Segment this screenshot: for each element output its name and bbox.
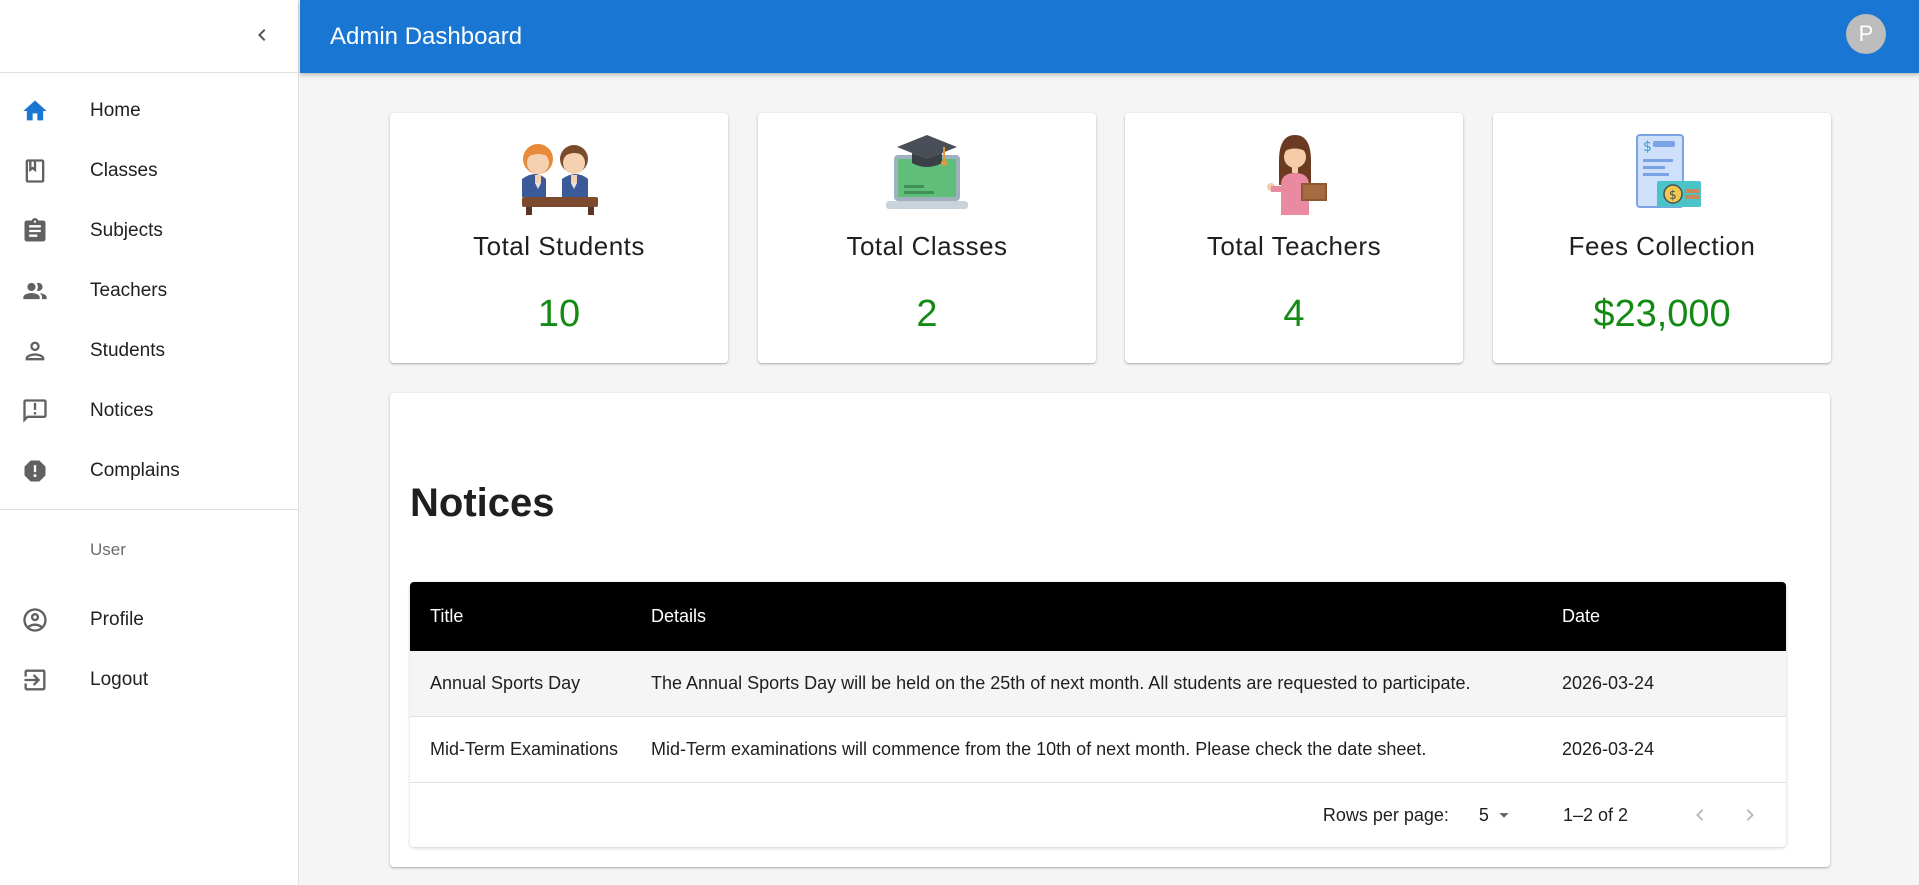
user-nav: Profile Logout	[0, 590, 298, 710]
sidebar-item-complains[interactable]: Complains	[0, 441, 298, 501]
chevron-left-icon	[258, 29, 266, 41]
sidebar-item-home[interactable]: Home	[0, 81, 298, 141]
stat-value: 4	[1283, 293, 1305, 335]
svg-text:$: $	[1643, 139, 1652, 155]
sidebar-item-label: Classes	[90, 160, 158, 181]
cell-title: Mid-Term Examinations	[430, 739, 619, 759]
avatar[interactable]: P	[1846, 14, 1886, 54]
svg-text:$: $	[1669, 188, 1677, 202]
clipboard-icon	[24, 218, 46, 242]
book-icon	[25, 159, 45, 183]
cell-date: 2026-03-24	[1562, 673, 1655, 693]
supervisor-icon	[23, 282, 47, 300]
table-row[interactable]: Annual Sports Day The Annual Sports Day …	[410, 651, 1786, 717]
previous-page-button[interactable]	[1682, 797, 1718, 833]
teacher-illustration	[1267, 135, 1327, 215]
sidebar-item-subjects[interactable]: Subjects	[0, 201, 298, 261]
rows-per-page-value: 5	[1478, 804, 1489, 825]
sidebar-item-classes[interactable]: Classes	[0, 141, 298, 201]
column-header-date[interactable]: Date	[1562, 606, 1786, 627]
cell-details: Mid-Term examinations will commence from…	[651, 739, 1427, 759]
sidebar-item-label: Home	[90, 100, 141, 121]
stat-title: Fees Collection	[1568, 231, 1756, 261]
pagination-range: 1–2 of 2	[1562, 804, 1628, 825]
sidebar-item-label: Teachers	[90, 280, 168, 301]
stat-value: 2	[916, 293, 938, 335]
sidebar-item-notices[interactable]: Notices	[0, 381, 298, 441]
table-row[interactable]: Mid-Term Examinations Mid-Term examinati…	[410, 717, 1786, 783]
logout-icon	[24, 669, 46, 691]
sidebar-item-profile[interactable]: Profile	[0, 590, 298, 650]
column-header-details[interactable]: Details	[651, 606, 1562, 627]
fees-illustration: $ $	[1636, 134, 1701, 208]
announcement-icon	[23, 399, 47, 423]
students-illustration	[522, 144, 598, 215]
sidebar-item-teachers[interactable]: Teachers	[0, 261, 298, 321]
stat-title: Total Teachers	[1206, 231, 1382, 261]
page-title: Admin Dashboard	[330, 22, 523, 50]
cell-details: The Annual Sports Day will be held on th…	[651, 673, 1471, 693]
sidebar-item-label: Notices	[90, 400, 154, 421]
sidebar-item-logout[interactable]: Logout	[0, 650, 298, 710]
sidebar-header	[0, 0, 298, 73]
sidebar-subheader-user: User	[90, 540, 126, 559]
stat-title: Total Students	[473, 231, 645, 261]
person-icon	[25, 341, 45, 361]
notices-panel: Notices Title Details Date Annual Sports…	[390, 393, 1830, 867]
stat-card-classes: Total Classes 2	[758, 113, 1096, 363]
notices-heading: Notices	[410, 481, 555, 525]
main-nav: Home Classes Subjects Teachers Students …	[0, 73, 298, 501]
sidebar-item-students[interactable]: Students	[0, 321, 298, 381]
rows-per-page-label: Rows per page:	[1322, 804, 1449, 825]
chevron-right-icon	[1746, 809, 1754, 821]
home-icon	[23, 100, 47, 121]
account-circle-icon	[23, 608, 47, 632]
sidebar-item-label: Subjects	[90, 220, 163, 241]
stat-title: Total Classes	[846, 231, 1008, 261]
arrow-drop-down-icon	[1499, 813, 1509, 818]
sidebar-item-label: Logout	[90, 669, 149, 690]
rows-per-page-select[interactable]: 5	[1479, 804, 1515, 826]
stat-value: 10	[537, 293, 581, 335]
sidebar-item-label: Complains	[90, 460, 180, 481]
column-header-title[interactable]: Title	[410, 606, 651, 627]
chevron-left-icon	[1696, 809, 1704, 821]
table-header: Title Details Date	[410, 582, 1786, 651]
app-bar: Admin Dashboard P	[300, 0, 1919, 73]
graduation-laptop-illustration	[886, 135, 968, 209]
sidebar: Home Classes Subjects Teachers Students …	[0, 0, 299, 885]
next-page-button[interactable]	[1732, 797, 1768, 833]
cell-date: 2026-03-24	[1562, 739, 1655, 759]
table-pagination: Rows per page: 5 1–2 of 2	[410, 783, 1786, 847]
stat-value: $23,000	[1593, 293, 1731, 335]
stat-card-fees: $ $ Fees Collection $23,000	[1493, 113, 1831, 363]
stat-card-students: Total Students 10	[390, 113, 728, 363]
sidebar-item-label: Students	[90, 340, 165, 361]
stat-card-teachers: Total Teachers 4	[1125, 113, 1463, 363]
sidebar-item-label: Profile	[90, 609, 144, 630]
collapse-sidebar-button[interactable]	[244, 17, 280, 53]
report-icon	[24, 460, 46, 482]
cell-title: Annual Sports Day	[430, 673, 581, 693]
notices-table: Title Details Date Annual Sports Day The…	[410, 582, 1786, 847]
